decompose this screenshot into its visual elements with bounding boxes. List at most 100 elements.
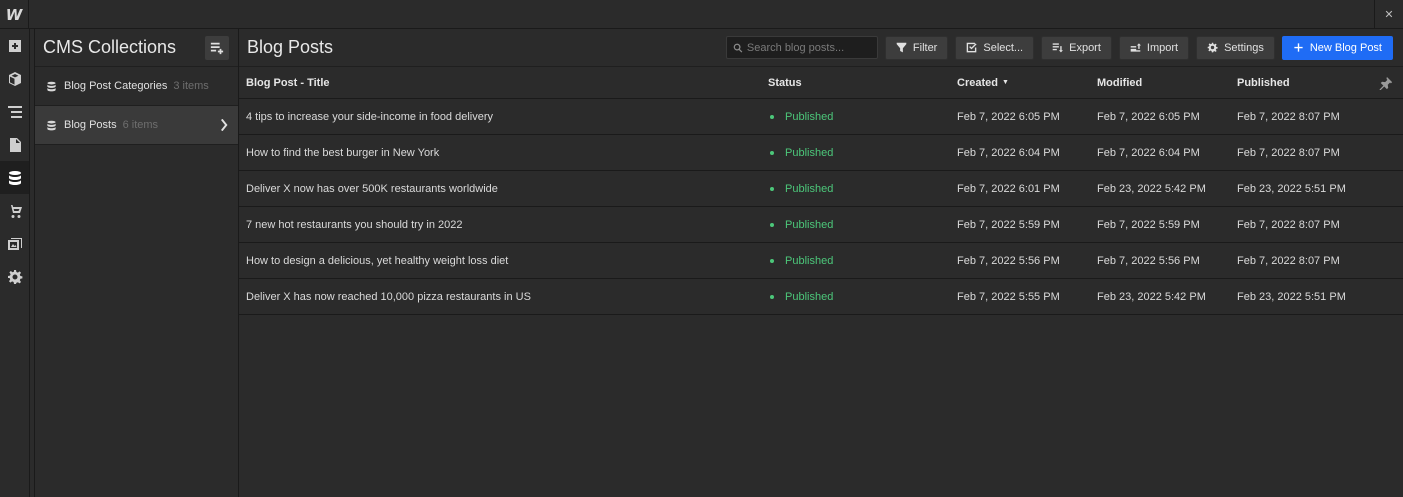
collection-item-blog-post-categories[interactable]: Blog Post Categories 3 items: [35, 67, 238, 106]
export-button[interactable]: Export: [1041, 35, 1112, 60]
search-box[interactable]: [725, 36, 878, 59]
new-blog-post-label: New Blog Post: [1309, 41, 1382, 54]
rail-cms-button[interactable]: [0, 161, 29, 194]
status-badge: Published: [768, 255, 950, 267]
collection-name: Blog Post Categories: [64, 80, 168, 92]
cell-created: Feb 7, 2022 6:05 PM: [957, 110, 1060, 123]
close-icon: ✕: [1384, 9, 1394, 21]
cms-database-icon: [8, 170, 21, 185]
cell-status: Published: [761, 147, 950, 159]
gear-icon: [1207, 42, 1218, 53]
collections-title: CMS Collections: [43, 37, 177, 57]
top-bar: W ✕: [0, 0, 1403, 29]
table-row[interactable]: How to find the best burger in New York P…: [239, 135, 1403, 171]
filter-icon: [896, 42, 907, 53]
collection-count: 6 items: [122, 119, 159, 131]
cell-modified: Feb 7, 2022 6:04 PM: [1097, 146, 1200, 159]
main-header: Blog Posts Filter Select... Export Impor…: [239, 29, 1403, 67]
cell-published: Feb 7, 2022 8:07 PM: [1237, 110, 1340, 123]
collections-header: CMS Collections: [35, 29, 238, 67]
column-label: Blog Post - Title: [246, 76, 330, 89]
box-icon: [8, 71, 21, 86]
webflow-logo[interactable]: W: [0, 0, 29, 29]
status-badge: Published: [768, 219, 950, 231]
cell-published: Feb 7, 2022 8:07 PM: [1237, 254, 1340, 267]
status-dot-icon: [770, 258, 774, 263]
status-dot-icon: [770, 222, 774, 227]
column-header-modified[interactable]: Modified: [1090, 77, 1230, 89]
cms-collections-panel: CMS Collections Blog Post Categories 3 i…: [34, 29, 239, 497]
status-dot-icon: [770, 114, 774, 119]
plus-icon: [1294, 43, 1303, 52]
select-label: Select...: [983, 41, 1024, 54]
cell-status: Published: [761, 255, 950, 267]
table-row[interactable]: Deliver X has now reached 10,000 pizza r…: [239, 279, 1403, 315]
cell-title: 4 tips to increase your side-income in f…: [246, 110, 494, 123]
rail-components-button[interactable]: [0, 62, 29, 95]
database-icon: [46, 120, 57, 131]
collection-item-blog-posts[interactable]: Blog Posts 6 items: [35, 106, 238, 145]
cell-status: Published: [761, 183, 950, 195]
cell-modified: Feb 7, 2022 5:59 PM: [1097, 218, 1200, 231]
column-label: Created: [957, 76, 998, 89]
rail-assets-button[interactable]: [0, 227, 29, 260]
left-icon-rail: [0, 29, 30, 497]
table-row[interactable]: How to design a delicious, yet healthy w…: [239, 243, 1403, 279]
add-collection-button[interactable]: [205, 35, 229, 60]
cell-title: Deliver X now has over 500K restaurants …: [246, 182, 498, 195]
add-panel-icon: [8, 39, 21, 52]
status-dot-icon: [770, 294, 774, 299]
cell-created: Feb 7, 2022 5:56 PM: [957, 254, 1060, 267]
status-badge: Published: [768, 111, 950, 123]
column-header-status[interactable]: Status: [761, 77, 950, 89]
import-button[interactable]: Import: [1118, 35, 1190, 60]
select-button[interactable]: Select...: [955, 35, 1035, 60]
table-header: Blog Post - Title Status Created ▼ Modifi…: [239, 67, 1403, 99]
table-row[interactable]: 7 new hot restaurants you should try in …: [239, 207, 1403, 243]
filter-button[interactable]: Filter: [884, 35, 949, 60]
column-header-created[interactable]: Created ▼: [950, 77, 1090, 89]
cell-created: Feb 7, 2022 5:55 PM: [957, 290, 1060, 303]
navigator-icon: [7, 105, 22, 118]
status-label: Published: [785, 182, 834, 195]
cell-published: Feb 23, 2022 5:51 PM: [1237, 182, 1346, 195]
add-collection-icon: [210, 42, 224, 54]
status-badge: Published: [768, 183, 950, 195]
table-row[interactable]: 4 tips to increase your side-income in f…: [239, 99, 1403, 135]
cell-status: Published: [761, 219, 950, 231]
status-label: Published: [785, 218, 834, 231]
cell-modified: Feb 23, 2022 5:42 PM: [1097, 182, 1206, 195]
posts-table: Blog Post - Title Status Created ▼ Modifi…: [239, 67, 1403, 315]
settings-button[interactable]: Settings: [1196, 35, 1275, 60]
import-icon: [1130, 43, 1141, 52]
cell-status: Published: [761, 291, 950, 303]
column-header-published[interactable]: Published: [1230, 77, 1370, 89]
status-label: Published: [785, 110, 834, 123]
cell-modified: Feb 7, 2022 5:56 PM: [1097, 254, 1200, 267]
cell-title: How to find the best burger in New York: [246, 146, 440, 159]
status-label: Published: [785, 254, 834, 267]
page-title: Blog Posts: [247, 37, 334, 57]
status-label: Published: [785, 290, 834, 303]
main-content: Blog Posts Filter Select... Export Impor…: [239, 29, 1403, 497]
search-input[interactable]: [746, 41, 877, 54]
cell-published: Feb 23, 2022 5:51 PM: [1237, 290, 1346, 303]
column-header-title[interactable]: Blog Post - Title: [239, 77, 761, 89]
cell-created: Feb 7, 2022 6:01 PM: [957, 182, 1060, 195]
cell-title: How to design a delicious, yet healthy w…: [246, 254, 509, 267]
settings-gear-icon: [7, 269, 22, 284]
rail-navigator-button[interactable]: [0, 95, 29, 128]
pin-column-button[interactable]: [1379, 76, 1393, 91]
settings-label: Settings: [1224, 41, 1264, 54]
rail-settings-button[interactable]: [0, 260, 29, 293]
rail-add-button[interactable]: [0, 29, 29, 62]
close-button[interactable]: ✕: [1374, 0, 1403, 29]
cell-modified: Feb 23, 2022 5:42 PM: [1097, 290, 1206, 303]
column-label: Published: [1237, 76, 1290, 89]
new-blog-post-button[interactable]: New Blog Post: [1281, 35, 1393, 60]
rail-ecommerce-button[interactable]: [0, 194, 29, 227]
status-badge: Published: [768, 147, 950, 159]
table-row[interactable]: Deliver X now has over 500K restaurants …: [239, 171, 1403, 207]
pin-icon: [1379, 76, 1393, 91]
rail-pages-button[interactable]: [0, 128, 29, 161]
